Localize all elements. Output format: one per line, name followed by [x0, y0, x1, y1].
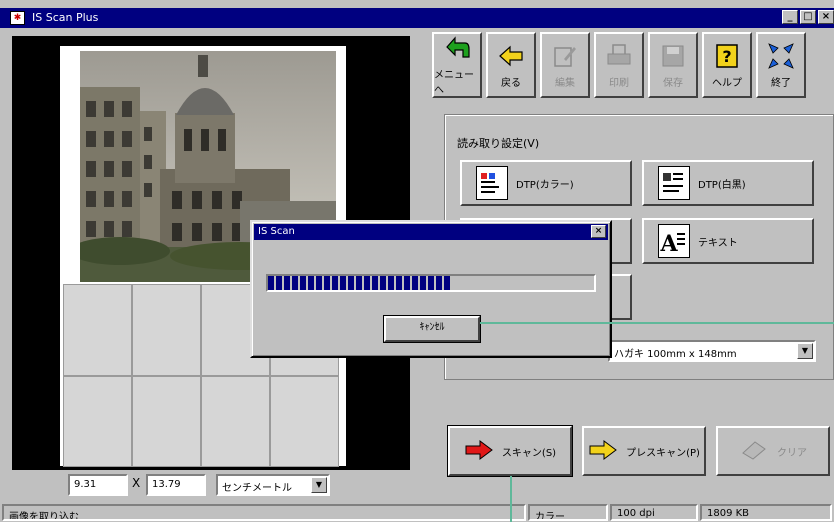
svg-text:?: ?: [722, 47, 731, 66]
eraser-icon: [739, 439, 769, 464]
scan-button-label: スキャン(S): [501, 447, 557, 459]
status-message: 画像を取り込む: [2, 504, 526, 521]
status-file-size: 1809 KB: [700, 504, 832, 521]
mode-text-button[interactable]: A テキスト: [642, 218, 814, 264]
chevron-down-icon[interactable]: ▼: [797, 343, 813, 359]
prescan-button-label: プレスキャン(P): [626, 447, 700, 459]
mono-document-icon: [658, 166, 690, 200]
mode-dtp-color-label: DTP(カラー): [516, 179, 574, 191]
size-fields: 9.31 X 13.79 センチメートル ▼: [12, 470, 410, 500]
prescan-button[interactable]: プレスキャン(P): [582, 426, 706, 476]
callout-line-cancel: [480, 322, 834, 324]
main-window: ✱ IS Scan Plus _ □ × 9.31 X 13.79 センチメート…: [0, 0, 834, 522]
minimize-button[interactable]: _: [782, 10, 798, 24]
window-controls: _ □ ×: [782, 10, 834, 24]
mode-text-label: テキスト: [698, 237, 738, 249]
dialog-close-button[interactable]: ×: [591, 225, 606, 238]
height-field[interactable]: 13.79: [146, 474, 206, 496]
unit-select[interactable]: センチメートル ▼: [216, 474, 330, 496]
print-button-label: 印刷: [609, 77, 629, 89]
toolbar: メニューへ 戻る 編集 印刷 保存 ? ヘルプ 終了: [432, 32, 834, 100]
print-button[interactable]: 印刷: [594, 32, 644, 98]
chevron-down-icon[interactable]: ▼: [311, 477, 327, 493]
mode-dtp-color-button[interactable]: DTP(カラー): [460, 160, 632, 206]
callout-line-scan: [510, 476, 512, 522]
save-button[interactable]: 保存: [648, 32, 698, 98]
thumbnail-slot[interactable]: [270, 375, 339, 467]
dimension-separator: X: [132, 476, 141, 490]
scan-progress-dialog: IS Scan × ｷｬﾝｾﾙ: [250, 220, 612, 358]
scan-button[interactable]: スキャン(S): [447, 425, 573, 477]
text-document-icon: A: [658, 224, 690, 258]
status-color-mode: カラー: [528, 504, 608, 521]
menu-back-icon: [442, 34, 472, 62]
back-arrow-icon: [496, 42, 526, 70]
width-field[interactable]: 9.31: [68, 474, 128, 496]
dialog-title: IS Scan: [258, 226, 295, 237]
save-icon: [658, 42, 688, 70]
status-resolution: 100 dpi: [610, 504, 698, 521]
back-button-label: 戻る: [501, 77, 521, 89]
thumbnail-slot[interactable]: [132, 375, 201, 467]
clear-button[interactable]: クリア: [716, 426, 830, 476]
close-button[interactable]: ×: [818, 10, 834, 24]
exit-button-label: 終了: [771, 77, 791, 89]
exit-icon: [766, 42, 796, 70]
clear-button-label: クリア: [777, 447, 807, 459]
dialog-title-bar: IS Scan ×: [254, 224, 608, 240]
edit-icon: [550, 42, 580, 70]
thumbnail-slot[interactable]: [63, 375, 132, 467]
title-bar: ✱ IS Scan Plus _ □ ×: [0, 8, 834, 28]
mode-dtp-mono-label: DTP(白黒): [698, 179, 746, 191]
help-icon: ?: [712, 42, 742, 70]
exit-button[interactable]: 終了: [756, 32, 806, 98]
print-icon: [604, 42, 634, 70]
thumbnail-slot[interactable]: [201, 375, 270, 467]
edit-button-label: 編集: [555, 77, 575, 89]
svg-text:A: A: [659, 231, 678, 257]
thumbnail-slot[interactable]: [132, 284, 201, 376]
cancel-button[interactable]: ｷｬﾝｾﾙ: [383, 315, 481, 343]
maximize-button[interactable]: □: [800, 10, 816, 24]
unit-select-value: センチメートル: [222, 483, 292, 494]
color-document-icon: [476, 166, 508, 200]
menu-button-label: メニューへ: [434, 70, 474, 96]
back-button[interactable]: 戻る: [486, 32, 536, 98]
progress-fill: [268, 276, 451, 290]
paper-size-value: ハガキ 100mm x 148mm: [614, 349, 737, 360]
help-button[interactable]: ? ヘルプ: [702, 32, 752, 98]
thumbnail-slot[interactable]: [63, 284, 132, 376]
menu-button[interactable]: メニューへ: [432, 32, 482, 98]
red-arrow-icon: [464, 439, 494, 464]
scan-progress-bar: [266, 274, 596, 292]
save-button-label: 保存: [663, 77, 683, 89]
edit-button[interactable]: 編集: [540, 32, 590, 98]
help-button-label: ヘルプ: [712, 77, 742, 89]
scan-settings-title: 読み取り設定(V): [457, 137, 540, 150]
window-title: IS Scan Plus: [32, 11, 99, 24]
status-bar: 画像を取り込む カラー 100 dpi 1809 KB: [0, 502, 834, 522]
app-icon: ✱: [10, 11, 25, 25]
mode-dtp-mono-button[interactable]: DTP(白黒): [642, 160, 814, 206]
paper-size-select[interactable]: ハガキ 100mm x 148mm ▼: [608, 340, 816, 362]
yellow-arrow-icon: [588, 439, 618, 464]
